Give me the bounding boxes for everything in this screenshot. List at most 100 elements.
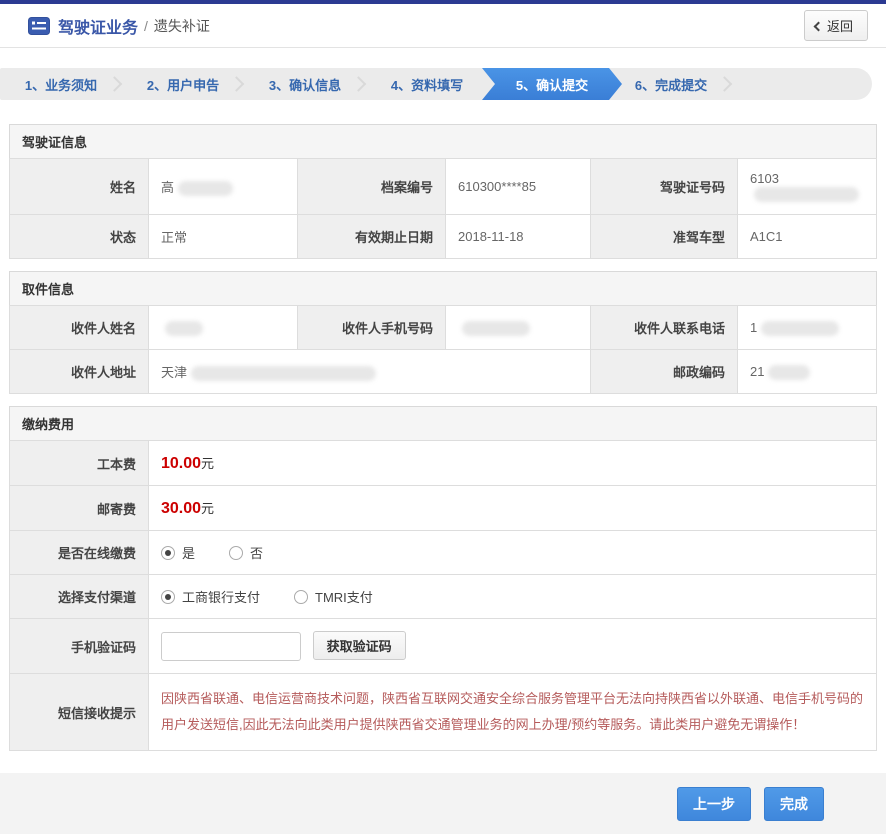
finish-button[interactable]: 完成: [764, 787, 824, 821]
step-label: 1、业务须知: [25, 75, 97, 94]
sms-notice-text: 因陕西省联通、电信运营商技术问题，陕西省互联网交通安全综合服务管理平台无法向持陕…: [161, 686, 864, 738]
back-button[interactable]: 返回: [804, 10, 868, 41]
step-label: 2、用户申告: [147, 75, 219, 94]
back-button-label: 返回: [827, 16, 853, 35]
breadcrumb-divider: /: [144, 18, 148, 34]
license-number-value: 6103: [738, 159, 877, 215]
name-value: 高: [149, 159, 298, 215]
online-payment-label: 是否在线缴费: [10, 531, 149, 575]
icbc-payment-radio[interactable]: 工商银行支付: [161, 587, 260, 606]
postage-fee-label: 邮寄费: [10, 486, 149, 531]
wizard-steps: 1、业务须知 2、用户申告 3、确认信息 4、资料填写 5、确认提交 6、完成提…: [0, 68, 872, 100]
expiry-date-value: 2018-11-18: [446, 215, 591, 259]
step-4-fill-data: 4、资料填写: [366, 68, 488, 100]
recipient-name-value: [149, 306, 298, 350]
radio-label: 是: [182, 543, 195, 562]
vehicle-class-label: 准驾车型: [591, 215, 738, 259]
currency-unit: 元: [201, 501, 214, 516]
radio-selected-icon: [161, 590, 175, 604]
radio-unselected-icon: [294, 590, 308, 604]
payment-channel-options: 工商银行支付 TMRI支付: [149, 575, 877, 619]
redacted-name: [178, 181, 233, 196]
license-info-section: 驾驶证信息 姓名 高 档案编号 610300****85 驾驶证号码 6103 …: [9, 124, 877, 259]
expiry-date-label: 有效期止日期: [298, 215, 446, 259]
step-label: 5、确认提交: [516, 75, 588, 94]
fees-section: 缴纳费用 工本费 10.00元 邮寄费 30.00元 是否在线缴费: [9, 406, 877, 751]
status-value: 正常: [149, 215, 298, 259]
redacted-license-number: [754, 187, 859, 202]
previous-step-button[interactable]: 上一步: [677, 787, 751, 821]
page-title: 驾驶证业务: [58, 14, 138, 38]
recipient-mobile-label: 收件人手机号码: [298, 306, 446, 350]
online-payment-yes-radio[interactable]: 是: [161, 543, 195, 562]
name-label: 姓名: [10, 159, 149, 215]
online-payment-options: 是 否: [149, 531, 877, 575]
table-row: 短信接收提示 因陕西省联通、电信运营商技术问题，陕西省互联网交通安全综合服务管理…: [10, 674, 877, 751]
recipient-mobile-value: [446, 306, 591, 350]
recipient-address-value: 天津: [149, 350, 591, 394]
file-number-label: 档案编号: [298, 159, 446, 215]
file-number-value: 610300****85: [446, 159, 591, 215]
sms-code-input[interactable]: [161, 632, 301, 661]
radio-label: 工商银行支付: [182, 587, 260, 606]
table-row: 工本费 10.00元: [10, 441, 877, 486]
postage-fee-value: 30.00元: [149, 486, 877, 531]
pickup-info-section: 取件信息 收件人姓名 收件人手机号码 收件人联系电话 1 收件人地址 天津 邮政…: [9, 271, 877, 394]
pickup-section-title: 取件信息: [9, 271, 877, 306]
license-number-label: 驾驶证号码: [591, 159, 738, 215]
sms-code-label: 手机验证码: [10, 619, 149, 674]
footer-action-bar: 上一步 完成: [0, 773, 886, 834]
postal-code-label: 邮政编码: [591, 350, 738, 394]
radio-label: 否: [250, 543, 263, 562]
step-3-confirm-info: 3、确认信息: [244, 68, 366, 100]
postage-fee-amount: 30.00: [161, 500, 201, 517]
redacted-recipient-name: [165, 321, 203, 336]
step-label: 3、确认信息: [269, 75, 341, 94]
step-label: 6、完成提交: [635, 75, 707, 94]
license-info-table: 姓名 高 档案编号 610300****85 驾驶证号码 6103 状态 正常 …: [9, 158, 877, 259]
status-label: 状态: [10, 215, 149, 259]
postal-code-value: 21: [738, 350, 877, 394]
production-cost-amount: 10.00: [161, 455, 201, 472]
redacted-recipient-mobile: [462, 321, 530, 336]
recipient-name-label: 收件人姓名: [10, 306, 149, 350]
pickup-info-table: 收件人姓名 收件人手机号码 收件人联系电话 1 收件人地址 天津 邮政编码 21: [9, 305, 877, 394]
license-section-title: 驾驶证信息: [9, 124, 877, 159]
recipient-phone-value: 1: [738, 306, 877, 350]
vehicle-class-value: A1C1: [738, 215, 877, 259]
main-content: 驾驶证信息 姓名 高 档案编号 610300****85 驾驶证号码 6103 …: [0, 100, 886, 751]
payment-channel-radio-group: 工商银行支付 TMRI支付: [161, 587, 864, 606]
redacted-postal-code: [768, 365, 810, 380]
payment-channel-label: 选择支付渠道: [10, 575, 149, 619]
fees-table: 工本费 10.00元 邮寄费 30.00元 是否在线缴费 是: [9, 440, 877, 751]
radio-label: TMRI支付: [315, 587, 373, 606]
step-5-confirm-submit-active: 5、确认提交: [482, 68, 622, 100]
sms-notice-cell: 因陕西省联通、电信运营商技术问题，陕西省互联网交通安全综合服务管理平台无法向持陕…: [149, 674, 877, 751]
recipient-address-label: 收件人地址: [10, 350, 149, 394]
table-row: 收件人姓名 收件人手机号码 收件人联系电话 1: [10, 306, 877, 350]
online-payment-radio-group: 是 否: [161, 543, 864, 562]
tmri-payment-radio[interactable]: TMRI支付: [294, 587, 373, 606]
license-form-icon: [28, 17, 50, 35]
get-sms-code-button[interactable]: 获取验证码: [313, 631, 406, 660]
step-6-complete-submit: 6、完成提交: [610, 68, 732, 100]
step-2-user-declaration: 2、用户申告: [122, 68, 244, 100]
sms-code-field-cell: 获取验证码: [149, 619, 877, 674]
fees-section-title: 缴纳费用: [9, 406, 877, 441]
radio-unselected-icon: [229, 546, 243, 560]
table-row: 是否在线缴费 是 否: [10, 531, 877, 575]
step-1-business-notice: 1、业务须知: [0, 68, 122, 100]
table-row: 状态 正常 有效期止日期 2018-11-18 准驾车型 A1C1: [10, 215, 877, 259]
page-header: 驾驶证业务 / 遗失补证 返回: [0, 4, 886, 48]
chevron-left-icon: [814, 21, 824, 31]
breadcrumb-current: 遗失补证: [154, 16, 210, 36]
redacted-recipient-address: [191, 366, 376, 381]
step-label: 4、资料填写: [391, 75, 463, 94]
steps-filler: [732, 68, 872, 100]
sms-notice-label: 短信接收提示: [10, 674, 149, 751]
table-row: 邮寄费 30.00元: [10, 486, 877, 531]
table-row: 选择支付渠道 工商银行支付 TMRI支付: [10, 575, 877, 619]
online-payment-no-radio[interactable]: 否: [229, 543, 263, 562]
recipient-phone-label: 收件人联系电话: [591, 306, 738, 350]
production-cost-value: 10.00元: [149, 441, 877, 486]
